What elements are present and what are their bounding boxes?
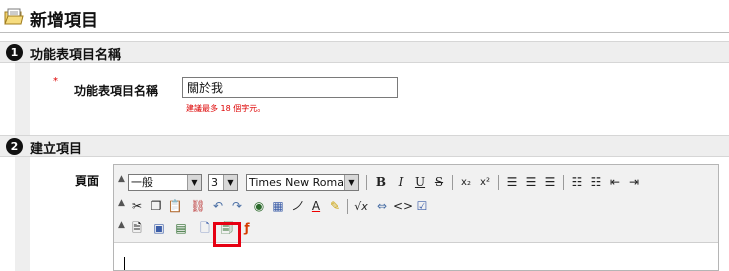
table-icon[interactable]: ▦: [269, 197, 287, 216]
toolbar-grip-icon[interactable]: ▲: [118, 198, 125, 208]
paste-icon[interactable]: 📋: [166, 197, 184, 216]
text-style-icon[interactable]: ノ: [288, 197, 306, 216]
chevron-down-icon[interactable]: ▼: [344, 175, 358, 190]
menu-name-label: 功能表項目名稱: [74, 84, 159, 98]
doc-icon[interactable]: 🗎: [128, 219, 146, 238]
section-header-menu-name: 1 功能表項目名稱: [0, 41, 729, 63]
bold-icon[interactable]: B: [372, 173, 390, 192]
media-icon[interactable]: ⇔: [373, 197, 391, 216]
font-family-select[interactable]: Times New Roman ▼: [246, 174, 359, 191]
section-rail: [15, 157, 30, 271]
toolbar-separator: [563, 175, 564, 190]
highlight-icon[interactable]: ✎: [326, 197, 344, 216]
toolbar-row: ▲ ✂ ❐ 📋 ⛓ ↶ ↷ ◉ ▦ ノ A ✎ √x ⇔ <> ☑: [114, 196, 718, 220]
highlight-annotation: [213, 222, 241, 247]
strikethrough-icon[interactable]: S: [430, 173, 448, 192]
toolbar-row: ▲ 🗎 ▣ ▤ 🗋 🗐 ƒ: [114, 218, 718, 242]
page-header: 新增項目: [0, 0, 729, 36]
font-color-icon[interactable]: A: [307, 197, 325, 216]
chevron-down-icon[interactable]: ▼: [187, 175, 201, 190]
step-number-icon: 2: [6, 138, 23, 155]
undo-icon[interactable]: ↶: [209, 197, 227, 216]
align-right-icon[interactable]: ☰: [541, 173, 559, 192]
section-header-create-item: 2 建立項目: [0, 135, 729, 157]
copy-icon[interactable]: ❐: [147, 197, 165, 216]
toolbar-separator: [498, 175, 499, 190]
toolbar-separator: [366, 175, 367, 190]
link-icon[interactable]: ◉: [250, 197, 268, 216]
section-rail: [15, 63, 30, 135]
gallery-icon[interactable]: ▤: [172, 219, 190, 238]
image-icon[interactable]: ▣: [150, 219, 168, 238]
page-body-label: 頁面: [75, 174, 100, 188]
menu-name-input[interactable]: [182, 77, 398, 98]
section-title: 建立項目: [30, 142, 83, 157]
toolbar-separator: [452, 175, 453, 190]
format-select[interactable]: 一般 ▼: [128, 174, 202, 191]
step-number-icon: 1: [6, 44, 23, 61]
indent-icon[interactable]: ⇥: [625, 173, 643, 192]
chevron-down-icon[interactable]: ▼: [223, 175, 237, 190]
html-source-icon[interactable]: <>: [393, 197, 413, 216]
subscript-icon[interactable]: x₂: [457, 173, 475, 192]
superscript-icon[interactable]: x²: [476, 173, 494, 192]
required-mark: *: [53, 76, 58, 87]
folder-icon: [4, 8, 24, 25]
toolbar-separator: [347, 199, 348, 214]
toolbar-grip-icon[interactable]: ▲: [118, 174, 125, 184]
toolbar-grip-icon[interactable]: ▲: [118, 220, 125, 230]
section-title: 功能表項目名稱: [30, 48, 122, 63]
unordered-list-icon[interactable]: ☷: [587, 173, 605, 192]
check-icon[interactable]: ☑: [413, 197, 431, 216]
outdent-icon[interactable]: ⇤: [606, 173, 624, 192]
text-caret: [124, 257, 125, 270]
ordered-list-icon[interactable]: ☷: [568, 173, 586, 192]
align-left-icon[interactable]: ☰: [503, 173, 521, 192]
menu-name-hint: 建議最多 18 個字元。: [186, 104, 266, 113]
editor-toolbar: ▲ 一般 ▼ 3 ▼ Times New Roman ▼ B I U S x₂ …: [114, 165, 718, 243]
italic-icon[interactable]: I: [392, 173, 410, 192]
toolbar-row: ▲ 一般 ▼ 3 ▼ Times New Roman ▼ B I U S x₂ …: [114, 172, 718, 196]
formula-icon[interactable]: √x: [352, 197, 370, 216]
header-divider: [0, 32, 729, 33]
unlink-icon[interactable]: ⛓: [189, 197, 207, 216]
page-title: 新增項目: [30, 11, 98, 31]
align-center-icon[interactable]: ☰: [522, 173, 540, 192]
underline-icon[interactable]: U: [411, 173, 429, 192]
cut-icon[interactable]: ✂: [128, 197, 146, 216]
page-icon[interactable]: 🗋: [196, 219, 214, 238]
redo-icon[interactable]: ↷: [228, 197, 246, 216]
font-size-select[interactable]: 3 ▼: [208, 174, 238, 191]
